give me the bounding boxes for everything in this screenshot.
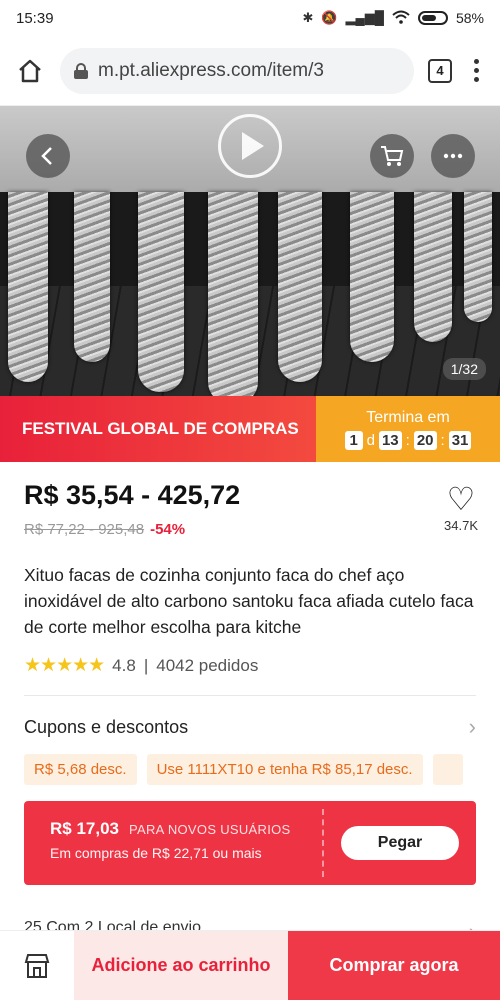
mute-icon: 🔕 bbox=[321, 10, 338, 25]
back-icon[interactable] bbox=[26, 134, 70, 178]
battery-icon bbox=[417, 11, 448, 25]
add-to-cart-button[interactable]: Adicione ao carrinho bbox=[74, 931, 288, 1000]
browser-menu-icon[interactable] bbox=[466, 59, 486, 82]
signal-icon: ▂▄▆█ bbox=[345, 10, 384, 25]
cart-icon[interactable] bbox=[370, 134, 414, 178]
play-video-icon[interactable] bbox=[218, 114, 282, 178]
countdown-seconds: 31 bbox=[448, 430, 472, 450]
product-image-gallery[interactable]: 1/32 bbox=[0, 106, 500, 396]
coupons-row[interactable]: Cupons e descontos › bbox=[0, 696, 500, 740]
rating-value: 4.8 bbox=[112, 655, 136, 675]
new-user-condition: Em compras de R$ 22,71 ou mais bbox=[50, 845, 262, 861]
knife-image bbox=[8, 192, 48, 382]
bottom-action-bar: Adicione ao carrinho Comprar agora bbox=[0, 930, 500, 1000]
coupon-chip[interactable]: R$ 5,68 desc. bbox=[24, 754, 137, 785]
coupon-chips: R$ 5,68 desc. Use 1111XT10 e tenha R$ 85… bbox=[0, 740, 500, 785]
image-counter: 1/32 bbox=[442, 358, 486, 380]
home-icon[interactable] bbox=[14, 55, 46, 87]
claim-coupon-button[interactable]: Pegar bbox=[341, 826, 459, 860]
status-bar: 15:39 ✱ 🔕 ▂▄▆█ 58% bbox=[0, 0, 500, 36]
lock-icon bbox=[74, 62, 88, 79]
countdown-days-unit: d bbox=[366, 431, 375, 449]
status-time: 15:39 bbox=[16, 9, 54, 27]
bluetooth-icon: ✱ bbox=[302, 10, 314, 25]
price-section: R$ 35,54 - 425,72 R$ 77,22 - 925,48 -54%… bbox=[0, 462, 500, 538]
store-icon[interactable] bbox=[0, 931, 74, 1000]
rating-row[interactable]: ★★★★★ 4.8 | 4042 pedidos bbox=[0, 640, 500, 677]
countdown-label: Termina em bbox=[366, 408, 450, 426]
battery-percent: 58% bbox=[455, 10, 484, 26]
price-range: R$ 35,54 - 425,72 bbox=[24, 480, 241, 510]
discount-badge: -54% bbox=[150, 521, 186, 538]
festival-label: FESTIVAL GLOBAL DE COMPRAS bbox=[0, 396, 316, 462]
countdown-panel: Termina em 1 d 13 : 20 : 31 bbox=[316, 396, 500, 462]
heart-icon: ♡ bbox=[446, 481, 476, 517]
countdown-days: 1 bbox=[344, 430, 363, 450]
tab-switcher-button[interactable]: 4 bbox=[428, 58, 452, 83]
new-user-tag: PARA NOVOS USUÁRIOS bbox=[129, 822, 291, 837]
shipping-row[interactable]: 25 Com 2 Local de envio › bbox=[0, 885, 500, 931]
chevron-right-icon: › bbox=[468, 714, 476, 739]
countdown-minutes: 20 bbox=[413, 430, 437, 450]
promo-banner[interactable]: FESTIVAL GLOBAL DE COMPRAS Termina em 1 … bbox=[0, 396, 500, 462]
wishlist-button[interactable]: ♡ 34.7K bbox=[444, 481, 478, 533]
coupon-chip[interactable]: Use 1111XT10 e tenha R$ 85,17 desc. bbox=[146, 754, 423, 785]
orders-count: 4042 pedidos bbox=[156, 655, 259, 675]
buy-now-button[interactable]: Comprar agora bbox=[288, 931, 500, 1000]
wishlist-count: 34.7K bbox=[444, 518, 478, 533]
coupons-header: Cupons e descontos bbox=[24, 716, 189, 737]
url-field[interactable]: m.pt.aliexpress.com/item/3 bbox=[60, 47, 414, 94]
browser-url-bar: m.pt.aliexpress.com/item/3 4 bbox=[0, 36, 500, 106]
url-text: m.pt.aliexpress.com/item/3 bbox=[98, 59, 324, 81]
original-price: R$ 77,22 - 925,48 bbox=[24, 521, 145, 538]
more-icon[interactable] bbox=[431, 134, 475, 178]
wifi-icon bbox=[392, 10, 410, 27]
new-user-amount: R$ 17,03 bbox=[50, 819, 119, 838]
product-title: Xituo facas de cozinha conjunto faca do … bbox=[24, 565, 474, 637]
star-icon: ★★★★★ bbox=[24, 655, 105, 676]
countdown-timer: 1 d 13 : 20 : 31 bbox=[344, 430, 472, 450]
coupon-chip[interactable] bbox=[432, 754, 463, 785]
countdown-hours: 13 bbox=[378, 430, 402, 450]
new-user-coupon: R$ 17,03 PARA NOVOS USUÁRIOS Em compras … bbox=[24, 801, 476, 885]
